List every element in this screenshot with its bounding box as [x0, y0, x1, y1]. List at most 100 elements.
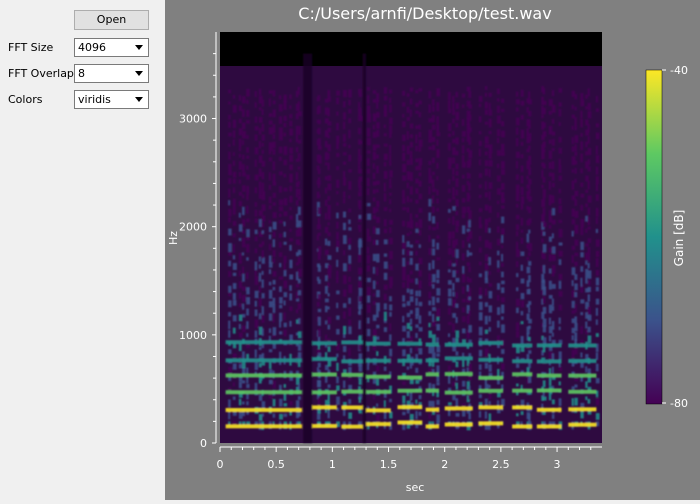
- spectro-cell: [376, 189, 379, 193]
- spectro-cell: [558, 280, 562, 289]
- spectro-cell: [389, 184, 392, 189]
- harmonic-band: [341, 372, 364, 377]
- spectro-cell: [516, 231, 519, 237]
- y-ticks: 0100020003000: [179, 53, 216, 450]
- colors-select[interactable]: viridis: [74, 90, 149, 109]
- spectro-cell: [528, 307, 531, 313]
- fft-overlap-select[interactable]: 8: [74, 64, 149, 83]
- spectro-cell: [297, 126, 301, 135]
- spectro-cell: [528, 110, 532, 117]
- spectro-cell: [541, 151, 545, 160]
- spectro-cell: [232, 272, 237, 277]
- spectro-cell: [268, 243, 272, 251]
- spectro-cell: [316, 301, 320, 307]
- spectro-cell: [238, 191, 242, 196]
- spectro-cell: [462, 104, 465, 109]
- fft-size-select[interactable]: 4096: [74, 38, 149, 57]
- spectro-cell: [574, 283, 578, 291]
- spectro-cell: [327, 144, 331, 152]
- spectro-cell: [279, 384, 282, 391]
- spectro-cell: [228, 399, 231, 408]
- spectro-cell: [232, 396, 236, 400]
- spectro-cell: [587, 124, 590, 133]
- spectro-cell: [376, 365, 380, 372]
- spectro-cell: [272, 202, 276, 206]
- spectro-cell: [258, 346, 262, 350]
- spectro-cell: [348, 89, 352, 98]
- spectro-cell: [501, 235, 504, 243]
- spectro-cell: [415, 158, 419, 163]
- spectro-cell: [317, 362, 321, 368]
- spectro-cell: [372, 172, 376, 180]
- spectro-cell: [279, 104, 283, 112]
- spectro-cell: [415, 214, 419, 218]
- spectro-cell: [447, 100, 451, 110]
- spectro-cell: [232, 244, 235, 253]
- spectro-cell: [367, 168, 371, 174]
- x-tick-label: 2: [441, 458, 448, 471]
- spectro-cell: [232, 178, 236, 184]
- spectro-cell: [548, 317, 551, 325]
- spectro-cell: [228, 292, 232, 297]
- spectro-cell: [376, 302, 380, 312]
- spectro-cell: [383, 311, 387, 321]
- spectro-cell: [254, 229, 258, 235]
- spectro-cell: [585, 260, 588, 265]
- spectro-cell: [383, 219, 387, 227]
- spectrogram-silent-band: [220, 32, 602, 66]
- spectro-cell: [432, 206, 435, 214]
- spectro-cell: [574, 239, 579, 246]
- spectro-cell: [516, 363, 520, 368]
- spectro-cell: [348, 244, 351, 250]
- spectro-cell: [488, 205, 492, 213]
- spectro-cell: [428, 322, 431, 328]
- spectro-cell: [327, 282, 330, 288]
- spectro-cell: [324, 199, 328, 206]
- spectro-cell: [279, 297, 283, 304]
- spectro-cell: [376, 217, 381, 224]
- spectro-cell: [232, 171, 237, 178]
- spectro-cell: [348, 227, 352, 231]
- spectro-cell: [348, 208, 352, 213]
- spectro-cell: [548, 335, 552, 342]
- spectro-cell: [342, 380, 346, 389]
- colorbar: [645, 69, 663, 405]
- spectro-cell: [452, 263, 456, 267]
- spectro-cell: [279, 312, 283, 322]
- spectro-cell: [279, 413, 283, 420]
- spectro-cell: [261, 230, 265, 234]
- spectro-cell: [455, 210, 459, 216]
- spectro-cell: [571, 398, 574, 406]
- spectro-cell: [455, 330, 460, 338]
- spectro-cell: [436, 124, 440, 133]
- open-button[interactable]: Open: [74, 10, 149, 30]
- spectro-cell: [478, 131, 482, 135]
- spectro-cell: [317, 293, 321, 301]
- spectro-cell: [261, 149, 264, 154]
- spectro-cell: [232, 130, 236, 138]
- spectro-cell: [409, 336, 413, 342]
- spectro-cell: [406, 366, 410, 370]
- spectro-cell: [580, 193, 585, 198]
- harmonic-band: [312, 390, 337, 395]
- spectro-cell: [406, 301, 411, 306]
- spectro-cell: [406, 250, 411, 256]
- harmonic-band: [425, 358, 440, 363]
- spectro-cell: [348, 109, 352, 114]
- spectro-cell: [272, 286, 276, 291]
- spectro-cell: [516, 322, 520, 331]
- spectro-cell: [587, 195, 592, 203]
- spectro-cell: [358, 168, 362, 174]
- spectro-cell: [283, 292, 288, 298]
- spectro-cell: [484, 144, 489, 148]
- harmonic-band: [444, 372, 473, 377]
- spectro-cell: [436, 288, 441, 296]
- spectro-cell: [317, 218, 320, 227]
- spectro-cell: [478, 287, 483, 296]
- spectro-cell: [342, 303, 347, 308]
- spectro-cell: [542, 222, 547, 228]
- spectro-cell: [268, 379, 273, 385]
- spectro-cell: [261, 109, 264, 116]
- spectro-cell: [501, 245, 504, 249]
- fft-overlap-label: FFT Overlap: [8, 67, 74, 80]
